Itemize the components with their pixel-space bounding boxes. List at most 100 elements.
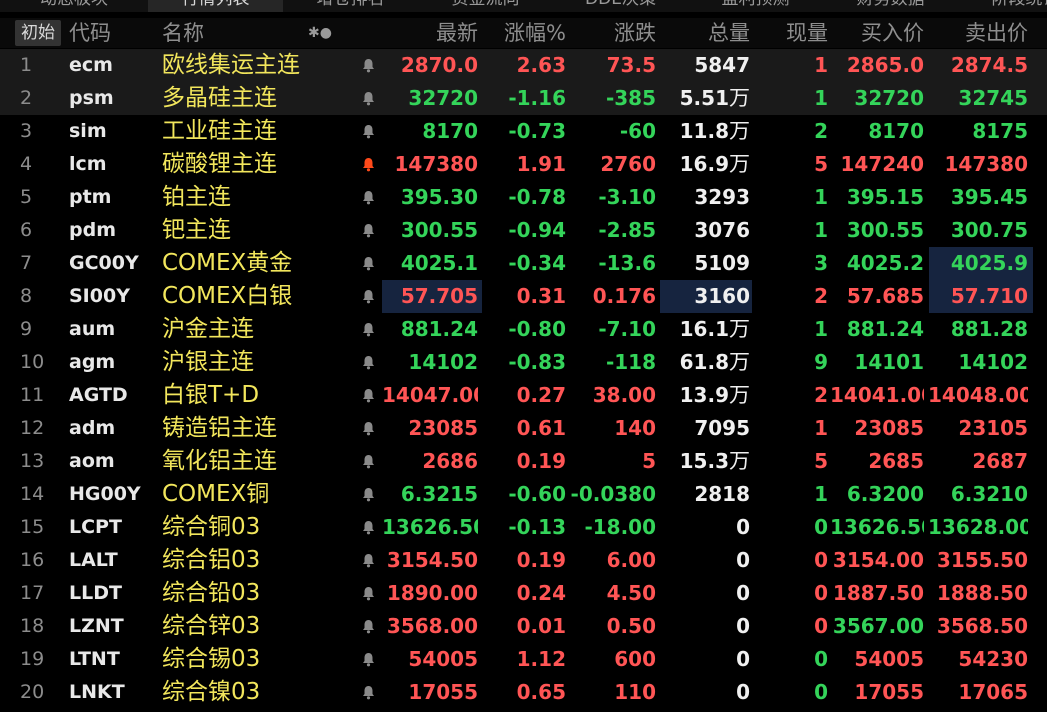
table-row[interactable]: 8 SI00Y COMEX白银 57.705 0.31 0.176 3160 2 57.685 5… <box>0 280 1047 313</box>
header-bid[interactable]: 买入价 <box>830 18 924 48</box>
bell-icon[interactable] <box>362 685 375 700</box>
tab-1[interactable]: 行情列表 <box>148 0 284 12</box>
bell-icon[interactable] <box>362 58 375 73</box>
cell-code[interactable]: LLDT <box>69 577 159 610</box>
cell-code[interactable]: ecm <box>69 49 159 82</box>
header-ask[interactable]: 卖出价 <box>928 18 1028 48</box>
alert-bell-icon[interactable] <box>362 157 375 172</box>
bell-icon[interactable] <box>362 289 375 304</box>
tab-4[interactable]: DDE决策 <box>553 0 689 12</box>
table-row[interactable]: 15LCPT综合铜0313626.50-0.13-18.000013626.50… <box>0 511 1047 544</box>
cell-code[interactable]: aum <box>69 313 159 346</box>
cell-code[interactable]: pdm <box>69 214 159 247</box>
cell-name[interactable]: COMEX铜 <box>162 478 357 511</box>
bell-icon[interactable] <box>362 487 375 502</box>
table-row[interactable]: 7 GC00Y COMEX黄金 4025.1 -0.34 -13.6 5109 3 4025.2… <box>0 247 1047 280</box>
cell-code[interactable]: sim <box>69 115 159 148</box>
table-row[interactable]: 18 LZNT 综合锌03 3568.00 0.01 0.50 0 0 3567.00 3568.… <box>0 610 1047 643</box>
bell-icon[interactable] <box>362 322 375 337</box>
bell-icon[interactable] <box>362 223 375 238</box>
header-volume[interactable]: 总量 <box>660 18 750 48</box>
cell-name[interactable]: 白银T+D <box>162 379 357 412</box>
table-row[interactable]: 16 LALT 综合铝03 3154.50 0.19 6.00 0 0 3154.00 3155.… <box>0 544 1047 577</box>
cell-name[interactable]: COMEX白银 <box>162 280 357 313</box>
tab-6[interactable]: 财务数据 <box>823 0 959 12</box>
bell-icon[interactable] <box>362 454 375 469</box>
header-code[interactable]: 代码 <box>69 18 149 48</box>
bell-icon[interactable] <box>362 652 375 667</box>
cell-name[interactable]: 综合铜03 <box>162 511 357 544</box>
cell-name[interactable]: 综合铝03 <box>162 544 357 577</box>
table-row[interactable]: 14 HG00Y COMEX铜 6.3215 -0.60 -0.0380 2818 1 6.32… <box>0 478 1047 511</box>
cell-code[interactable]: agm <box>69 346 159 379</box>
table-row[interactable]: 2 psm 多晶硅主连 32720 -1.16 -385 5.51万 1 32720 32745 <box>0 82 1047 115</box>
bell-icon[interactable] <box>362 421 375 436</box>
bell-icon[interactable] <box>362 520 375 535</box>
cell-code[interactable]: adm <box>69 412 159 445</box>
table-row[interactable]: 6 pdm 钯主连 300.55 -0.94 -2.85 3076 1 300.55 300.75 <box>0 214 1047 247</box>
cell-code[interactable]: ptm <box>69 181 159 214</box>
tab-2[interactable]: 增仓排名 <box>283 0 419 12</box>
bell-icon[interactable] <box>362 619 375 634</box>
star-dot-icon[interactable]: ✱● <box>308 18 332 48</box>
bell-icon[interactable] <box>362 586 375 601</box>
cell-name[interactable]: 综合锡03 <box>162 643 357 676</box>
header-latest[interactable]: 最新 <box>380 18 478 48</box>
tab-0[interactable]: 动态板块 <box>0 0 149 12</box>
table-row[interactable]: 20 LNKT 综合镍03 17055 0.65 110 0 0 17055 17065 <box>0 676 1047 709</box>
tab-5[interactable]: 盈利预测 <box>688 0 824 12</box>
header-name[interactable]: 名称 <box>162 18 282 48</box>
table-row[interactable]: 5 ptm 铂主连 395.30 -0.78 -3.10 3293 1 395.15 395.45 <box>0 181 1047 214</box>
cell-code[interactable]: LTNT <box>69 643 159 676</box>
init-button[interactable]: 初始 <box>15 20 61 46</box>
cell-name[interactable]: 多晶硅主连 <box>162 82 357 115</box>
cell-name[interactable]: 铂主连 <box>162 181 357 214</box>
cell-code[interactable]: lcm <box>69 148 159 181</box>
table-row[interactable]: 3 sim 工业硅主连 8170 -0.73 -60 11.8万 2 8170 8175 <box>0 115 1047 148</box>
header-pct[interactable]: 涨幅% <box>482 18 566 48</box>
bell-icon[interactable] <box>362 355 375 370</box>
cell-name[interactable]: 铸造铝主连 <box>162 412 357 445</box>
table-row[interactable]: 19 LTNT 综合锡03 54005 1.12 600 0 0 54005 54230 <box>0 643 1047 676</box>
cell-name[interactable]: 工业硅主连 <box>162 115 357 148</box>
cell-code[interactable]: GC00Y <box>69 247 159 280</box>
table-row[interactable]: 9 aum 沪金主连 881.24 -0.80 -7.10 16.1万 1 881.24 881.… <box>0 313 1047 346</box>
cell-code[interactable]: LZNT <box>69 610 159 643</box>
cell-code[interactable]: LNKT <box>69 676 159 709</box>
bell-icon[interactable] <box>362 91 375 106</box>
table-row[interactable]: 4 lcm 碳酸锂主连 147380 1.91 2760 16.9万 5 147240 14738… <box>0 148 1047 181</box>
table-row[interactable]: 11 AGTD 白银T+D 14047.00 0.27 38.00 13.9万 2 14041.… <box>0 379 1047 412</box>
table-row[interactable]: 13 aom 氧化铝主连 2686 0.19 5 15.3万 5 2685 2687 <box>0 445 1047 478</box>
cell-code[interactable]: aom <box>69 445 159 478</box>
table-row[interactable]: 1 ecm 欧线集运主连 2870.0 2.63 73.5 5847 1 2865.0 2874.… <box>0 49 1047 82</box>
table-row[interactable]: 10 agm 沪银主连 14102 -0.83 -118 61.8万 9 14101 14102 <box>0 346 1047 379</box>
cell-code[interactable]: LCPT <box>69 511 159 544</box>
cell-code[interactable]: psm <box>69 82 159 115</box>
cell-code[interactable]: HG00Y <box>69 478 159 511</box>
cell-name[interactable]: 沪金主连 <box>162 313 357 346</box>
tab-7[interactable]: 阶段统计 <box>958 0 1047 12</box>
bell-icon[interactable] <box>362 256 375 271</box>
cell-name[interactable]: 综合铅03 <box>162 577 357 610</box>
cell-name[interactable]: 欧线集运主连 <box>162 49 357 82</box>
cell-name[interactable]: COMEX黄金 <box>162 247 357 280</box>
cell-name[interactable]: 碳酸锂主连 <box>162 148 357 181</box>
cell-name[interactable]: 综合锌03 <box>162 610 357 643</box>
bell-icon[interactable] <box>362 190 375 205</box>
cell-code[interactable]: AGTD <box>69 379 159 412</box>
tab-3[interactable]: 资金流向 <box>418 0 554 12</box>
bell-icon[interactable] <box>362 553 375 568</box>
cell-code[interactable]: SI00Y <box>69 280 159 313</box>
cell-name[interactable]: 氧化铝主连 <box>162 445 357 478</box>
cell-code[interactable]: LALT <box>69 544 159 577</box>
bell-icon[interactable] <box>362 124 375 139</box>
cell-name[interactable]: 沪银主连 <box>162 346 357 379</box>
table-row[interactable]: 17 LLDT 综合铅03 1890.00 0.24 4.50 0 0 1887.50 1888.… <box>0 577 1047 610</box>
bell-icon[interactable] <box>362 388 375 403</box>
header-current[interactable]: 现量 <box>752 18 828 48</box>
cell-vol: 0 <box>660 610 750 643</box>
table-row[interactable]: 12 adm 铸造铝主连 23085 0.61 140 7095 1 23085 23105 <box>0 412 1047 445</box>
cell-name[interactable]: 钯主连 <box>162 214 357 247</box>
cell-name[interactable]: 综合镍03 <box>162 676 357 709</box>
header-change[interactable]: 涨跌 <box>568 18 656 48</box>
